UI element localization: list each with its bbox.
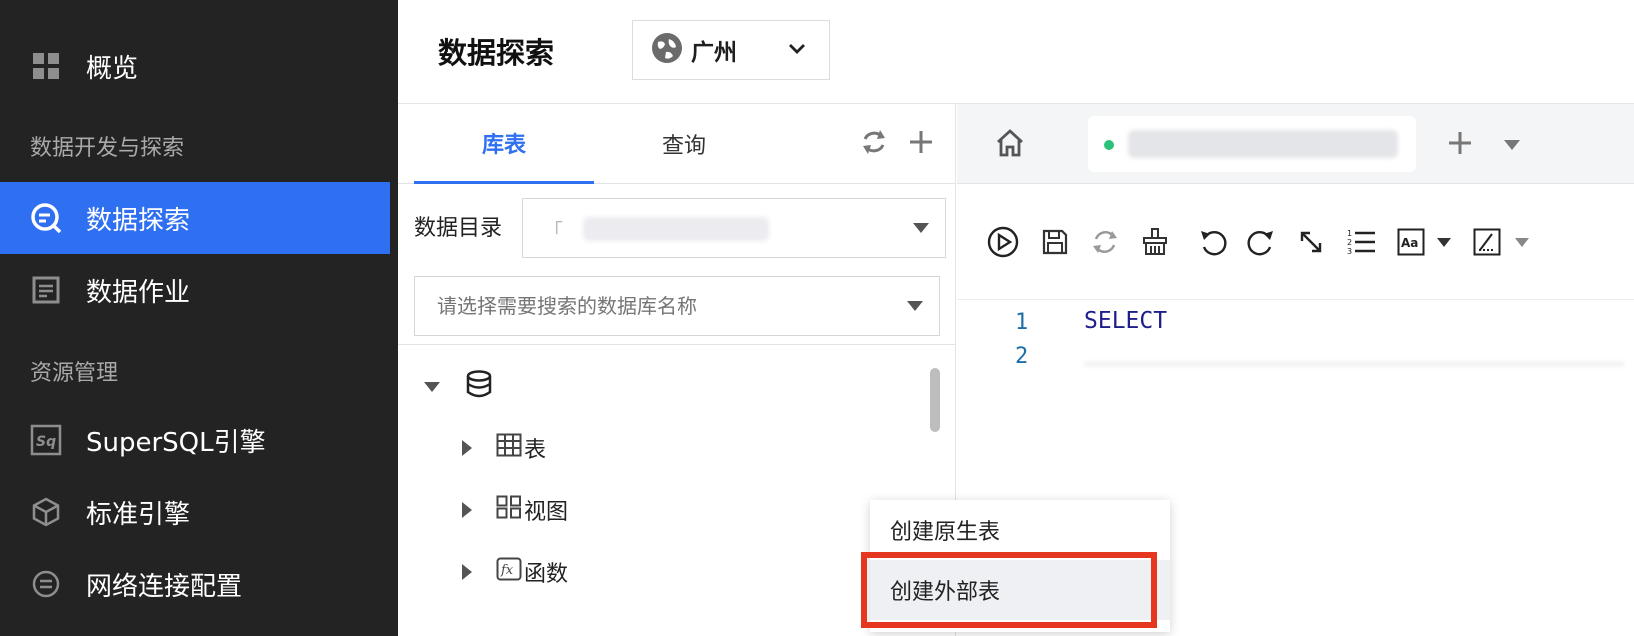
caret-down-icon[interactable] — [1503, 136, 1521, 155]
svg-text:3: 3 — [1347, 247, 1352, 256]
caret-down-icon[interactable] — [424, 382, 440, 392]
sidebar-item-label: 标准引擎 — [86, 499, 191, 530]
caret-down-icon[interactable] — [1515, 238, 1529, 247]
status-dot — [1104, 140, 1114, 150]
section-title-resource: 资源管理 — [30, 361, 119, 386]
document-icon — [30, 274, 62, 306]
tab-queries[interactable]: 查询 — [594, 104, 774, 184]
font-size-icon[interactable]: Aa — [1393, 224, 1429, 260]
sidebar-item-network-config[interactable]: 网络连接配置 — [0, 548, 390, 620]
catalog-select[interactable]: 「 — [522, 198, 946, 258]
catalog-label: 数据目录 — [414, 216, 503, 241]
top-header: 数据探索 广州 — [398, 0, 1634, 104]
tree-node-label: 视图 — [524, 500, 569, 525]
db-search-select[interactable] — [414, 276, 940, 336]
save-icon[interactable] — [1037, 224, 1073, 260]
redacted-catalog-value — [583, 217, 769, 241]
svg-text:1: 1 — [1347, 229, 1352, 238]
svg-text:fx: fx — [500, 563, 514, 578]
caret-right-icon[interactable] — [462, 564, 472, 580]
code-line[interactable]: SELECT — [1084, 308, 1167, 334]
caret-down-icon — [907, 301, 923, 311]
run-icon[interactable] — [985, 224, 1021, 260]
svg-text:2: 2 — [1347, 238, 1352, 247]
svg-text:Aa: Aa — [1401, 236, 1418, 250]
editor-redacted — [1084, 362, 1624, 366]
cube-icon — [30, 496, 62, 528]
region-select[interactable]: 广州 — [632, 20, 830, 80]
query-tab[interactable] — [1088, 116, 1416, 172]
sidebar-item-label: 数据作业 — [86, 277, 191, 308]
tree-node-label: 表 — [524, 438, 547, 463]
tree-node-tables[interactable]: 表 — [462, 432, 546, 464]
line-number: 1 — [1015, 310, 1029, 335]
page-title: 数据探索 — [438, 36, 555, 70]
sidebar-item-overview[interactable]: 概览 — [0, 30, 390, 102]
editor-tabs — [957, 104, 1634, 184]
clear-icon[interactable] — [1137, 224, 1173, 260]
refresh-icon[interactable] — [860, 128, 888, 160]
add-tab-icon[interactable] — [1447, 130, 1473, 160]
numbered-list-icon[interactable]: 1 2 3 — [1343, 224, 1379, 260]
sidebar: 概览 数据开发与探索 数据探索 数据作业 资源管理 Sq SuperSQL引擎 … — [0, 0, 398, 636]
table-icon — [496, 433, 522, 463]
panel-tabs: 库表 查询 — [398, 104, 956, 184]
view-icon — [496, 495, 522, 525]
tree-node-views[interactable]: 视图 — [462, 494, 568, 526]
sidebar-item-data-explore[interactable]: 数据探索 — [0, 182, 390, 254]
redo-icon[interactable] — [1243, 224, 1279, 260]
caret-down-icon[interactable] — [1437, 238, 1451, 247]
explore-icon — [30, 202, 62, 234]
globe-icon — [651, 32, 683, 68]
caret-down-icon — [913, 223, 929, 233]
db-tree: 表 视图 fx 函数 — [398, 348, 928, 636]
sidebar-item-label: 数据探索 — [86, 205, 191, 236]
sidebar-item-label: 概览 — [86, 53, 139, 84]
redacted-tab-title — [1128, 130, 1398, 158]
sidebar-item-label: SuperSQL引擎 — [86, 427, 266, 458]
tree-scrollbar-thumb[interactable] — [930, 368, 940, 432]
chevron-down-icon — [787, 39, 807, 63]
editor-toolbar: 1 2 3 Aa — [957, 184, 1634, 300]
tree-node-functions[interactable]: fx 函数 — [462, 556, 568, 588]
function-icon: fx — [496, 557, 522, 587]
section-title-dev: 数据开发与探索 — [30, 136, 185, 161]
tab-actions — [1447, 130, 1521, 160]
grid-icon — [30, 50, 62, 82]
home-icon[interactable] — [995, 128, 1025, 162]
undo-icon[interactable] — [1195, 224, 1231, 260]
divider — [398, 344, 956, 345]
catalog-value-prefix: 「 — [543, 219, 563, 243]
tab-tables[interactable]: 库表 — [414, 104, 594, 184]
db-search-input[interactable] — [415, 277, 939, 335]
add-icon[interactable] — [908, 129, 934, 159]
highlight-annotation — [861, 552, 1157, 628]
sidebar-item-label: 网络连接配置 — [86, 571, 243, 602]
expand-icon[interactable] — [1293, 224, 1329, 260]
caret-right-icon[interactable] — [462, 502, 472, 518]
format-icon[interactable] — [1469, 224, 1505, 260]
sidebar-item-supersql[interactable]: Sq SuperSQL引擎 — [0, 404, 390, 476]
database-icon — [466, 370, 492, 404]
menu-item-create-native-table[interactable]: 创建原生表 — [870, 500, 1170, 560]
region-label: 广州 — [691, 40, 737, 66]
svg-text:Sq: Sq — [36, 434, 56, 450]
sync-icon[interactable] — [1087, 224, 1123, 260]
sidebar-item-data-jobs[interactable]: 数据作业 — [0, 254, 390, 326]
sidebar-item-standard-engine[interactable]: 标准引擎 — [0, 476, 390, 548]
sq-engine-icon: Sq — [30, 424, 62, 456]
tab-tools — [860, 128, 934, 160]
tree-node-label: 函数 — [524, 562, 569, 587]
line-number: 2 — [1015, 344, 1029, 369]
caret-right-icon[interactable] — [462, 440, 472, 456]
catalog-row: 数据目录 「 — [398, 184, 956, 268]
tree-node-database[interactable] — [424, 370, 492, 404]
connection-icon — [30, 568, 62, 600]
